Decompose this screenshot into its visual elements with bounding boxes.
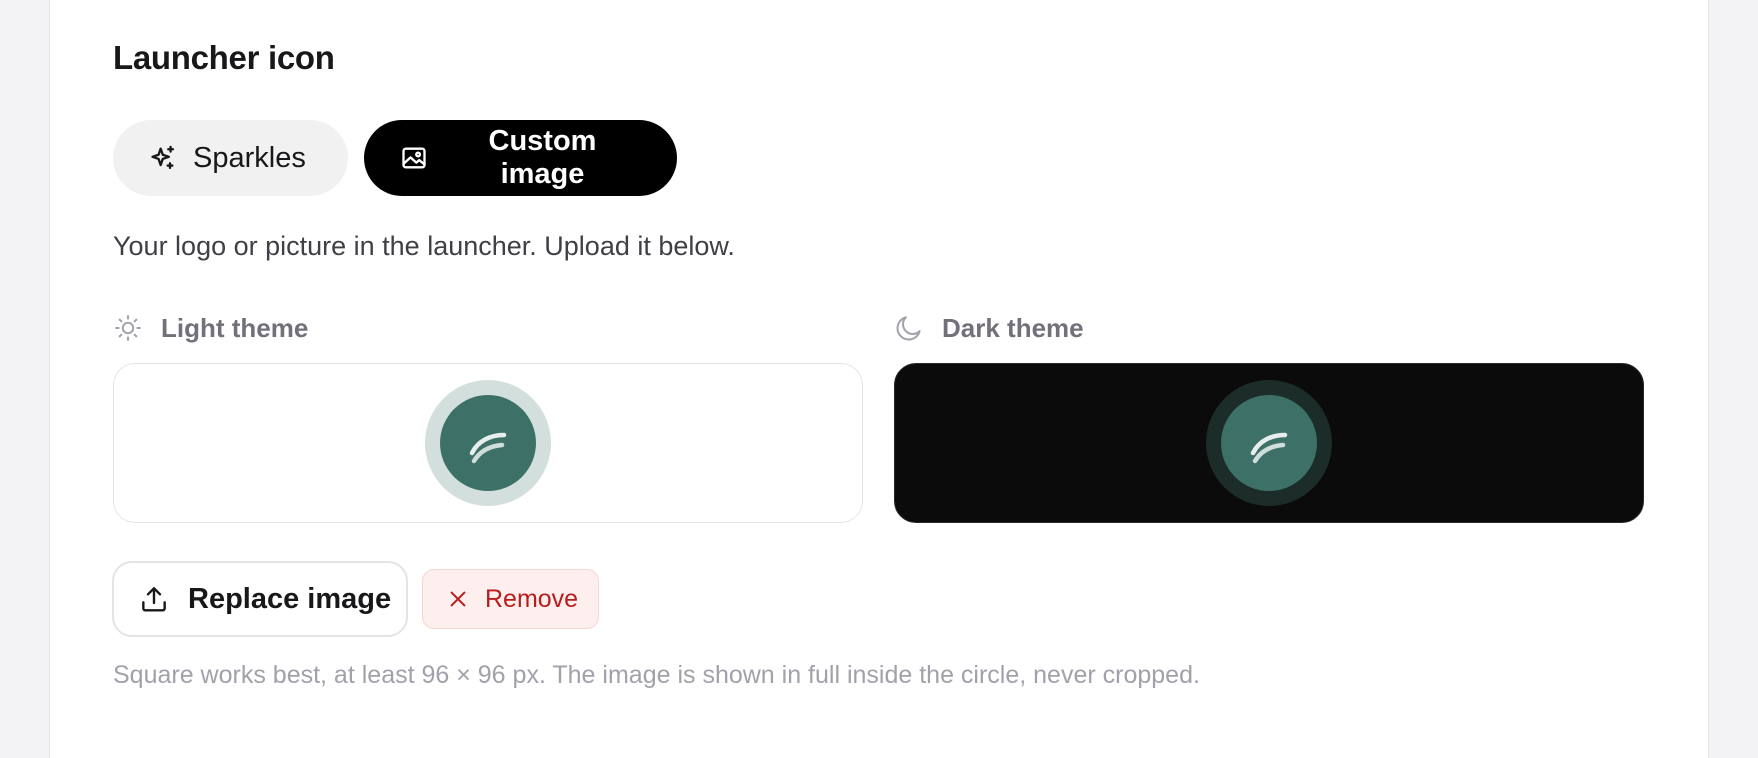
remove-image-button[interactable]: Remove [422, 569, 599, 629]
icon-type-description: Your logo or picture in the launcher. Up… [113, 231, 735, 261]
sparkles-icon [151, 145, 175, 170]
replace-image-button[interactable]: Replace image [112, 561, 408, 637]
icon-type-toggle: Sparkles Custom image [113, 120, 677, 196]
custom-image-option-button[interactable]: Custom image [364, 120, 677, 196]
sparkles-option-button[interactable]: Sparkles [113, 120, 348, 196]
section-title: Launcher icon [113, 39, 335, 76]
sun-icon [115, 315, 141, 341]
launcher-button-preview [425, 380, 551, 506]
light-theme-preview [113, 363, 863, 523]
launcher-core [1221, 395, 1317, 491]
upload-icon [142, 587, 166, 612]
light-theme-label: Light theme [113, 310, 308, 346]
custom-logo-image [1250, 432, 1288, 464]
custom-logo-image [469, 432, 507, 464]
image-icon [402, 147, 426, 169]
custom-image-option-label: Custom image [488, 125, 597, 190]
dark-theme-preview [894, 363, 1644, 523]
moon-icon [896, 316, 921, 341]
close-icon [450, 591, 466, 607]
remove-image-label: Remove [485, 584, 579, 613]
light-theme-text: Light theme [161, 313, 309, 343]
dark-theme-label: Dark theme [894, 310, 1084, 346]
launcher-core [440, 395, 536, 491]
replace-image-label: Replace image [188, 582, 392, 615]
launcher-button-preview [1206, 380, 1332, 506]
image-requirements-hint: Square works best, at least 96 × 96 px. … [113, 661, 1200, 689]
dark-theme-text: Dark theme [942, 313, 1084, 343]
image-actions: Replace image Remove [112, 561, 599, 637]
sparkles-option-label: Sparkles [193, 141, 306, 174]
